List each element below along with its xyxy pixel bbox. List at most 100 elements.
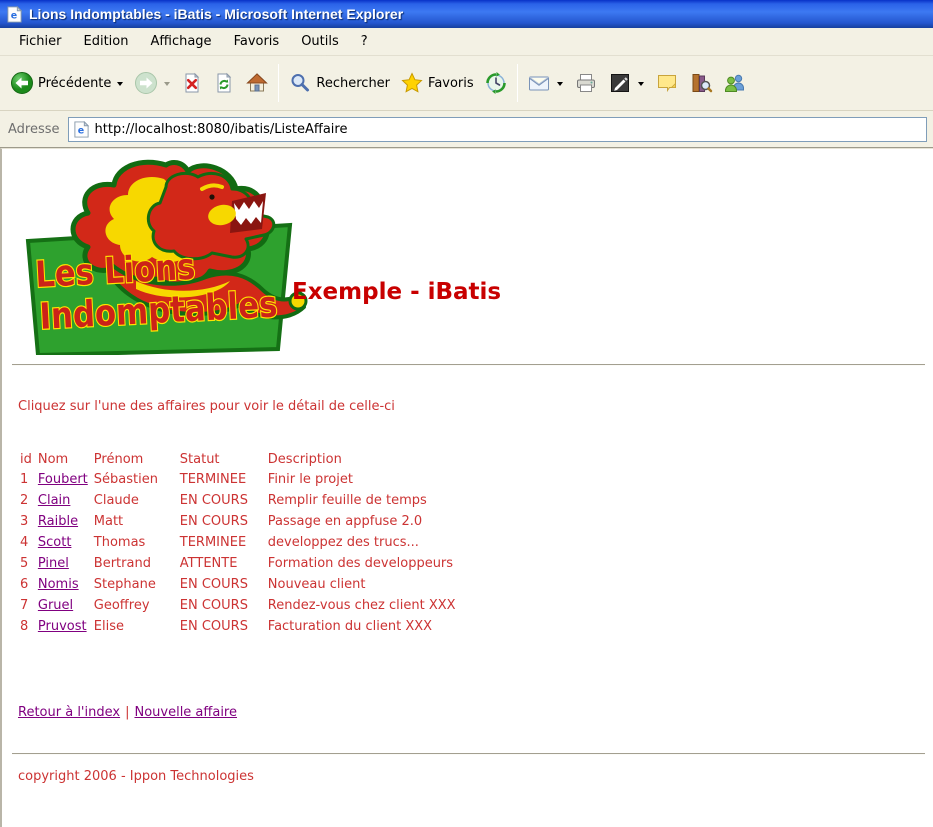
cell-id: 1 [20,472,29,487]
cell-id: 3 [20,514,29,529]
menu-aide[interactable]: ? [350,30,379,54]
cell-id: 6 [20,577,29,592]
horizontal-rule [12,364,925,366]
cell-description: Rendez-vous chez client XXX [267,598,456,613]
menu-bar: Fichier Edition Affichage Favoris Outils… [0,28,933,56]
print-button[interactable] [569,67,603,99]
table-row: 6 Nomis Stephane EN COURS Nouveau client [18,575,458,594]
cell-prenom: Matt [93,514,124,529]
cell-id: 4 [20,535,29,550]
address-input[interactable]: e http://localhost:8080/ibatis/ListeAffa… [67,116,927,142]
lions-logo: Les Lions Indomptables [25,159,308,355]
header-statut: Statut [179,452,220,467]
new-affair-link[interactable]: Nouvelle affaire [134,705,237,720]
affair-link[interactable]: Pinel [38,556,69,571]
search-icon [288,71,312,95]
browser-window: e Lions Indomptables - iBatis - Microsof… [0,0,933,827]
cell-id: 8 [20,619,29,634]
research-icon [689,71,713,95]
toolbar-separator [516,64,518,102]
intro-text: Cliquez sur l'une des affaires pour voir… [18,399,395,414]
menu-edition[interactable]: Edition [73,30,140,54]
table-row: 2 Clain Claude EN COURS Remplir feuille … [18,491,458,510]
ie-page-icon: e [73,120,89,138]
home-icon [245,71,269,95]
cell-id: 2 [20,493,29,508]
address-url: http://localhost:8080/ibatis/ListeAffair… [94,121,348,137]
refresh-button[interactable] [208,68,240,98]
cell-description: Passage en appfuse 2.0 [267,514,423,529]
search-button[interactable]: Rechercher [283,67,395,99]
affair-link[interactable]: Scott [38,535,72,550]
cell-prenom: Claude [93,493,139,508]
mail-button[interactable] [522,67,569,99]
address-label: Adresse [8,121,60,137]
back-label: Précédente [38,75,112,91]
table-row: 7 Gruel Geoffrey EN COURS Rendez-vous ch… [18,596,458,615]
favorites-label: Favoris [428,75,474,91]
history-button[interactable] [479,67,513,99]
cell-id: 7 [20,598,29,613]
favorites-icon [400,71,424,95]
menu-favoris[interactable]: Favoris [223,30,291,54]
discuss-icon [655,71,679,95]
header-nom: Nom [37,452,69,467]
ie-glyph: e [77,125,83,136]
back-to-index-link[interactable]: Retour à l'index [18,705,120,720]
forward-button[interactable] [129,67,176,99]
search-label: Rechercher [316,75,391,91]
title-bar: e Lions Indomptables - iBatis - Microsof… [0,0,933,28]
cell-statut: EN COURS [179,619,248,634]
header-id: id [20,452,32,467]
print-icon [574,71,598,95]
edit-button[interactable] [603,67,650,99]
cell-prenom: Bertrand [93,556,151,571]
cell-description: Facturation du client XXX [267,619,433,634]
affair-link[interactable]: Clain [38,493,71,508]
address-bar: Adresse e http://localhost:8080/ibatis/L… [0,111,933,148]
cell-prenom: Thomas [93,535,146,550]
table-header-row: id Nom Prénom Statut Description [18,451,458,468]
cell-description: Finir le projet [267,472,353,487]
links-separator: | [125,705,130,720]
messenger-button[interactable] [718,67,752,99]
discuss-button[interactable] [650,67,684,99]
cell-statut: EN COURS [179,577,248,592]
cell-statut: EN COURS [179,514,248,529]
cell-id: 5 [20,556,29,571]
cell-prenom: Elise [93,619,124,634]
back-button[interactable]: Précédente [5,67,129,99]
research-button[interactable] [684,67,718,99]
stop-button[interactable] [176,68,208,98]
logo-text-line1: Les Lions [34,247,196,296]
window-title: Lions Indomptables - iBatis - Microsoft … [29,6,404,22]
header-prenom: Prénom [93,452,144,467]
affair-link[interactable]: Gruel [38,598,73,613]
home-button[interactable] [240,67,274,99]
messenger-icon [723,71,747,95]
table-row: 4 Scott Thomas TERMINEE developpez des t… [18,533,458,552]
cell-statut: TERMINEE [179,472,247,487]
cell-description: developpez des trucs... [267,535,419,550]
cell-prenom: Sébastien [93,472,158,487]
header-description: Description [267,452,342,467]
stop-icon [181,72,203,94]
chevron-down-icon [164,82,171,86]
bottom-links: Retour à l'index | Nouvelle affaire [18,705,237,720]
page-title: Exemple - iBatis [292,279,502,305]
menu-affichage[interactable]: Affichage [139,30,222,54]
menu-fichier[interactable]: Fichier [8,30,73,54]
favorites-button[interactable]: Favoris [395,67,479,99]
cell-description: Remplir feuille de temps [267,493,427,508]
affair-link[interactable]: Foubert [38,472,88,487]
menu-outils[interactable]: Outils [290,30,350,54]
cell-statut: EN COURS [179,493,248,508]
affair-link[interactable]: Nomis [38,577,79,592]
affair-link[interactable]: Raible [38,514,78,529]
cell-description: Nouveau client [267,577,366,592]
forward-icon [134,71,158,95]
ie-glyph: e [11,10,17,21]
cell-prenom: Stephane [93,577,156,592]
cell-statut: EN COURS [179,598,248,613]
affair-link[interactable]: Pruvost [38,619,87,634]
